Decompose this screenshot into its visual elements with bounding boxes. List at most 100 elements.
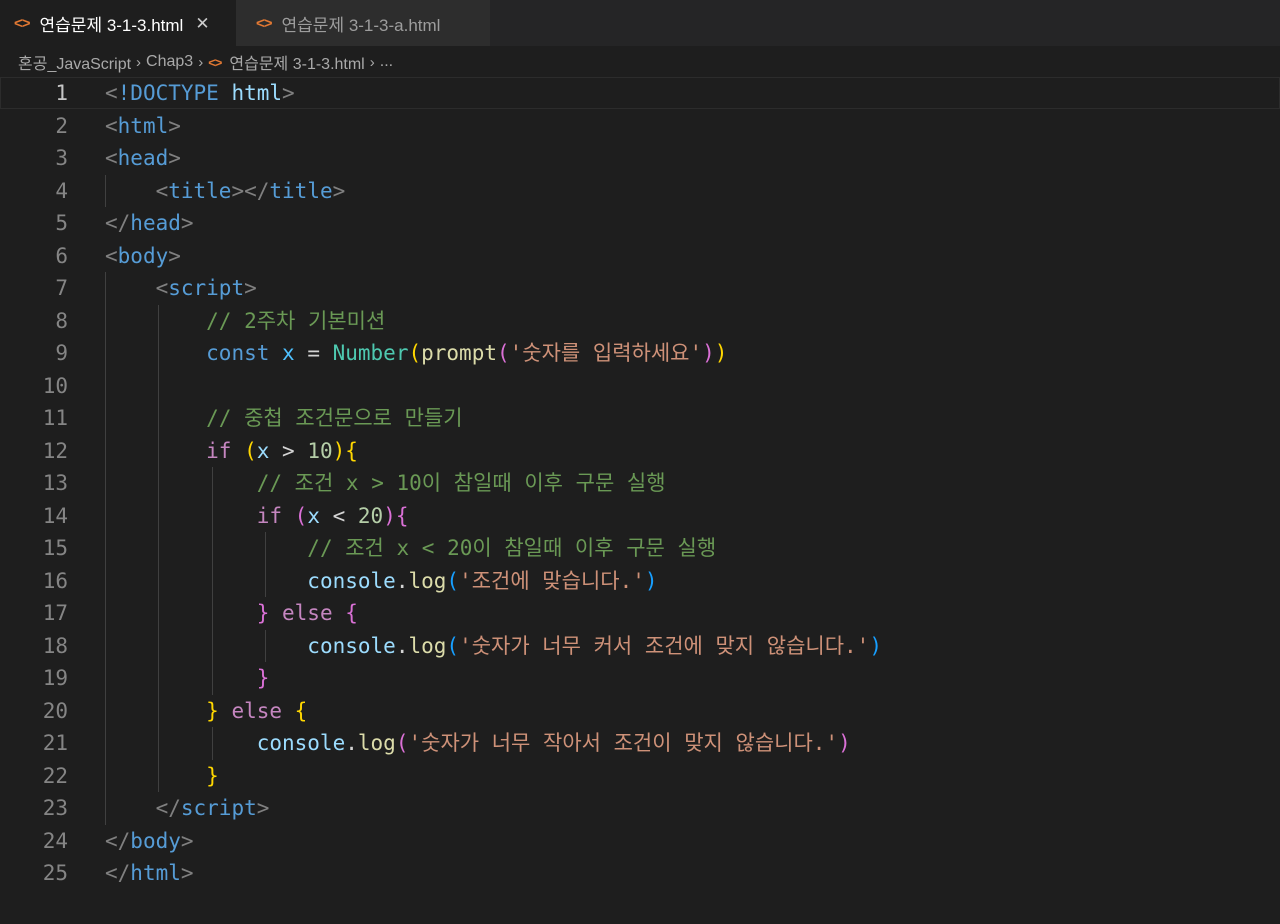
code-line[interactable]: 14 if (x < 20){ <box>0 500 1280 532</box>
code-line[interactable]: 1 <!DOCTYPE html> <box>0 77 1280 109</box>
code-token: ) <box>702 341 715 365</box>
code-token: console <box>307 633 396 658</box>
close-icon[interactable]: ✕ <box>195 14 209 34</box>
code-token: '숫자를 입력하세요' <box>509 341 703 365</box>
code-line[interactable]: 6 <body> <box>0 240 1280 272</box>
code-line[interactable]: 18 console.log('숫자가 너무 커서 조건에 맞지 않습니다.') <box>0 630 1280 662</box>
code-token: > <box>180 211 194 235</box>
code-token: title <box>168 178 232 203</box>
code-text: } <box>105 662 270 694</box>
code-token: body <box>117 243 169 268</box>
tab-active-file[interactable]: <> 연습문제 3-1-3.html ✕ <box>0 0 236 46</box>
code-token: } <box>206 698 219 723</box>
code-token: body <box>130 828 181 853</box>
line-number: 19 <box>42 666 68 690</box>
code-line[interactable]: 16 console.log('조건에 맞습니다.') <box>0 565 1280 597</box>
code-text: <title></title> <box>105 175 346 207</box>
code-token: head <box>117 146 169 170</box>
breadcrumb-item-file[interactable]: 연습문제 3-1-3.html <box>229 50 364 74</box>
code-line[interactable]: 24 </body> <box>0 825 1280 857</box>
code-token: { <box>395 503 409 528</box>
code-token: < <box>105 81 118 105</box>
indent-guide <box>212 467 213 695</box>
code-token: < <box>105 146 118 170</box>
code-token: > <box>244 276 257 300</box>
code-line[interactable]: 22 } <box>0 760 1280 792</box>
code-line[interactable]: 11 // 중첩 조건문으로 만들기 <box>0 402 1280 434</box>
code-text: <!DOCTYPE html> <box>105 77 295 109</box>
line-number: 18 <box>42 633 68 658</box>
breadcrumb: 혼공_JavaScript › Chap3 › <> 연습문제 3-1-3.ht… <box>18 50 393 74</box>
code-text: </html> <box>105 857 194 889</box>
code-token: ( <box>408 341 422 365</box>
code-token: ( <box>244 438 257 463</box>
code-text: if (x > 10){ <box>105 435 358 467</box>
code-token: > <box>282 81 295 105</box>
code-line[interactable]: 19 } <box>0 662 1280 694</box>
code-line[interactable]: 7 <script> <box>0 272 1280 304</box>
code-text: } else { <box>105 597 358 629</box>
code-token: = <box>294 341 333 365</box>
code-token: ) <box>869 633 882 658</box>
code-text: } else { <box>105 695 307 727</box>
code-token: . <box>345 731 358 755</box>
code-line[interactable]: 9 const x = Number(prompt('숫자를 입력하세요')) <box>0 337 1280 369</box>
code-token: < <box>155 276 169 300</box>
breadcrumb-item-folder[interactable]: 혼공_JavaScript <box>18 50 131 74</box>
breadcrumb-item-symbols[interactable]: ... <box>380 53 393 71</box>
line-number: 7 <box>55 276 68 300</box>
line-number: 14 <box>42 503 68 528</box>
code-token: script <box>180 796 257 820</box>
code-line[interactable]: 15 // 조건 x < 20이 참일때 이후 구문 실행 <box>0 532 1280 564</box>
code-line[interactable]: 17 } else { <box>0 597 1280 629</box>
line-number: 15 <box>42 536 68 560</box>
indent-guide <box>105 272 106 825</box>
code-text: console.log('숫자가 너무 작아서 조건이 맞지 않습니다.') <box>105 727 851 759</box>
code-token: // 조건 x < 20이 참일때 이후 구문 실행 <box>307 536 717 560</box>
code-token: </ <box>105 861 131 885</box>
code-text: console.log('조건에 맞습니다.') <box>105 565 658 597</box>
html-file-icon: <> <box>256 14 273 32</box>
code-token: ) <box>644 568 658 593</box>
code-token: head <box>130 211 181 235</box>
code-text: } <box>105 760 219 792</box>
code-line[interactable]: 8 // 2주차 기본미션 <box>0 305 1280 337</box>
code-token: html <box>130 861 181 885</box>
code-line[interactable]: 4 <title></title> <box>0 175 1280 207</box>
code-line[interactable]: 13 // 조건 x > 10이 참일때 이후 구문 실행 <box>0 467 1280 499</box>
code-text: console.log('숫자가 너무 커서 조건에 맞지 않습니다.') <box>105 630 882 662</box>
line-number: 5 <box>55 211 68 235</box>
code-line[interactable]: 23 </script> <box>0 792 1280 824</box>
code-line[interactable]: 25 </html> <box>0 857 1280 889</box>
line-number: 20 <box>42 698 68 723</box>
code-line[interactable]: 10 <box>0 370 1280 402</box>
tab-inactive-file[interactable]: <> 연습문제 3-1-3-a.html <box>236 0 490 46</box>
code-token: log <box>408 633 447 658</box>
code-text: <html> <box>105 110 181 142</box>
line-number: 6 <box>55 243 68 268</box>
line-number: 2 <box>55 113 68 138</box>
code-line[interactable]: 3 <head> <box>0 142 1280 174</box>
code-token: } <box>256 666 270 690</box>
code-token: > <box>168 146 181 170</box>
breadcrumb-item-subfolder[interactable]: Chap3 <box>146 53 193 71</box>
chevron-right-icon: › <box>136 53 142 71</box>
line-number: 4 <box>55 178 68 203</box>
code-token: log <box>357 731 396 755</box>
code-text: const x = Number(prompt('숫자를 입력하세요')) <box>105 337 727 369</box>
code-line[interactable]: 2 <html> <box>0 110 1280 142</box>
code-line[interactable]: 5 </head> <box>0 207 1280 239</box>
code-token: </ <box>155 796 181 820</box>
line-number: 24 <box>42 828 68 853</box>
code-token: else <box>218 698 295 723</box>
code-line[interactable]: 12 if (x > 10){ <box>0 435 1280 467</box>
code-text: // 2주차 기본미션 <box>105 305 385 337</box>
code-token: > <box>256 796 270 820</box>
code-line[interactable]: 21 console.log('숫자가 너무 작아서 조건이 맞지 않습니다.'… <box>0 727 1280 759</box>
code-token: > <box>180 828 194 853</box>
code-line[interactable]: 20 } else { <box>0 695 1280 727</box>
line-number: 13 <box>42 471 68 495</box>
code-token: prompt <box>421 341 497 365</box>
